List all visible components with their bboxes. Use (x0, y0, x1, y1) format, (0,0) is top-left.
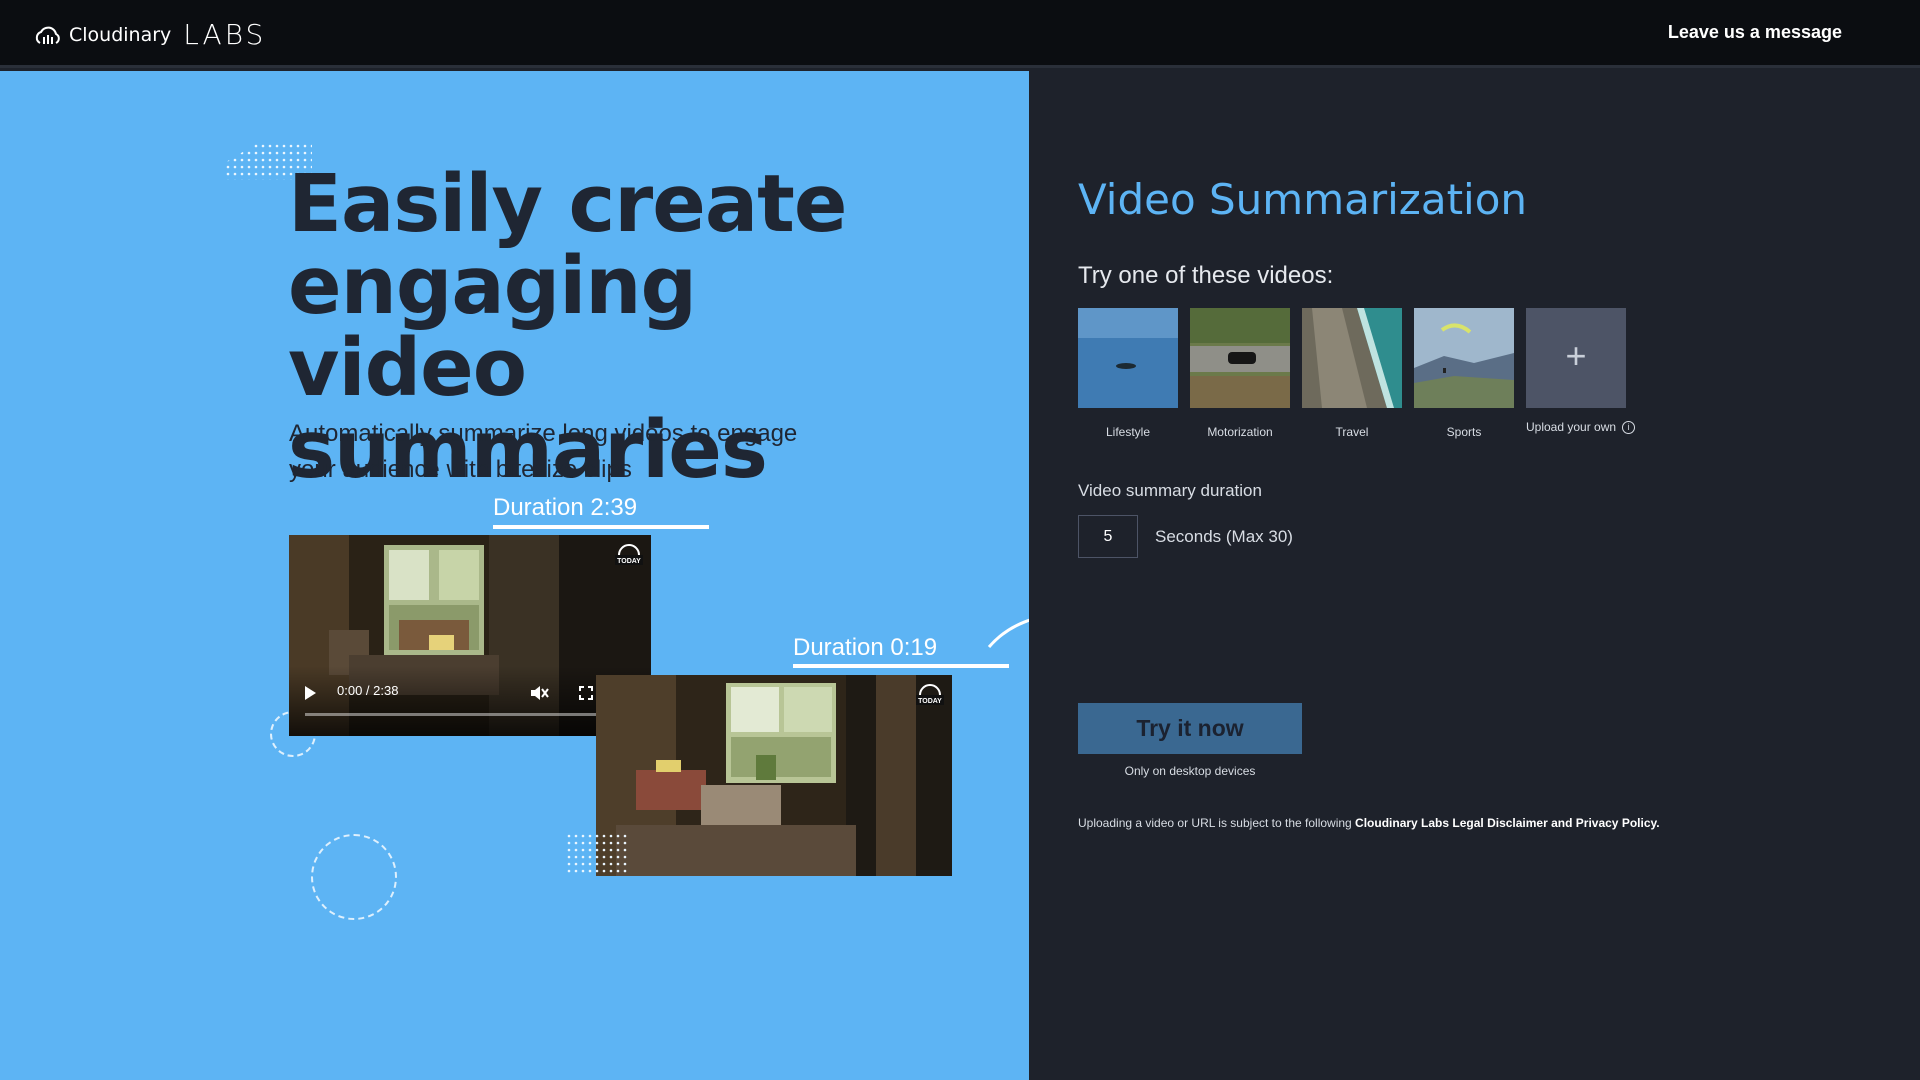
try-videos-label: Try one of these videos: (1078, 262, 1334, 289)
today-show-logo-icon: TODAY (615, 544, 643, 565)
hero-section: Easily create engaging video summaries A… (0, 71, 1029, 1080)
sample-videos-list: Lifestyle Motorization Travel Sports + U… (1078, 308, 1636, 439)
desktop-only-note: Only on desktop devices (1124, 764, 1256, 778)
video-time: 0:00 / 2:38 (337, 683, 399, 698)
dot-pattern-decoration (567, 834, 627, 876)
upload-label: Upload your own i (1526, 420, 1636, 435)
summary-video-player[interactable]: TODAY (596, 675, 952, 876)
logo-brand-text: Cloudinary (69, 23, 172, 46)
upload-your-own[interactable]: + Upload your own i (1526, 308, 1636, 439)
original-duration-underline (493, 525, 709, 529)
original-duration-label: Duration 2:39 (493, 494, 638, 521)
sample-label: Sports (1446, 425, 1482, 439)
top-navbar: Cloudinary LABS Leave us a message (0, 0, 1920, 68)
cloud-logo-icon (35, 26, 60, 44)
duration-unit-label: Seconds (Max 30) (1155, 527, 1293, 546)
video-seek-bar[interactable] (305, 713, 625, 716)
panel-title: Video Summarization (1078, 175, 1528, 224)
legal-notice: Uploading a video or URL is subject to t… (1078, 816, 1660, 830)
sample-video-motorization[interactable]: Motorization (1190, 308, 1290, 439)
mute-icon[interactable] (529, 684, 549, 702)
cloudinary-labs-logo[interactable]: Cloudinary LABS (33, 18, 266, 51)
sample-label: Lifestyle (1105, 425, 1151, 439)
today-show-logo-icon: TODAY (916, 684, 944, 705)
summary-duration-input[interactable] (1078, 515, 1138, 558)
hero-subtitle: Automatically summarize long videos to e… (289, 420, 798, 483)
upload-label-text: Upload your own (1526, 420, 1617, 434)
fullscreen-icon[interactable] (579, 686, 593, 700)
lifestyle-thumbnail-image (1078, 308, 1178, 408)
plus-icon[interactable]: + (1526, 308, 1626, 408)
motorization-thumbnail-image (1190, 308, 1290, 408)
sample-video-lifestyle[interactable]: Lifestyle (1078, 308, 1178, 439)
svg-text:TODAY: TODAY (918, 698, 942, 705)
sample-video-travel[interactable]: Travel (1302, 308, 1402, 439)
travel-thumbnail-image (1302, 308, 1402, 408)
svg-text:TODAY: TODAY (617, 558, 641, 565)
summary-duration-label: Duration 0:19 (793, 634, 938, 661)
legal-disclaimer-link[interactable]: Cloudinary Labs Legal Disclaimer and Pri… (1355, 816, 1660, 830)
sample-label: Motorization (1207, 425, 1273, 439)
sample-label: Travel (1335, 425, 1369, 439)
leave-message-link[interactable]: Leave us a message (1668, 22, 1842, 43)
try-it-now-button[interactable]: Try it now (1078, 703, 1302, 754)
video-frame-image (596, 675, 952, 876)
summary-duration-label: Video summary duration (1078, 481, 1262, 500)
sports-thumbnail-image (1414, 308, 1514, 408)
sample-video-sports[interactable]: Sports (1414, 308, 1514, 439)
dashed-circle-decoration (311, 834, 397, 920)
play-icon[interactable] (305, 686, 316, 700)
legal-prefix: Uploading a video or URL is subject to t… (1078, 816, 1356, 830)
info-icon[interactable]: i (1622, 421, 1636, 435)
summary-duration-underline (793, 664, 1009, 668)
logo-labs-text: LABS (183, 18, 267, 51)
summarization-panel: Video Summarization Try one of these vid… (1029, 71, 1920, 1080)
